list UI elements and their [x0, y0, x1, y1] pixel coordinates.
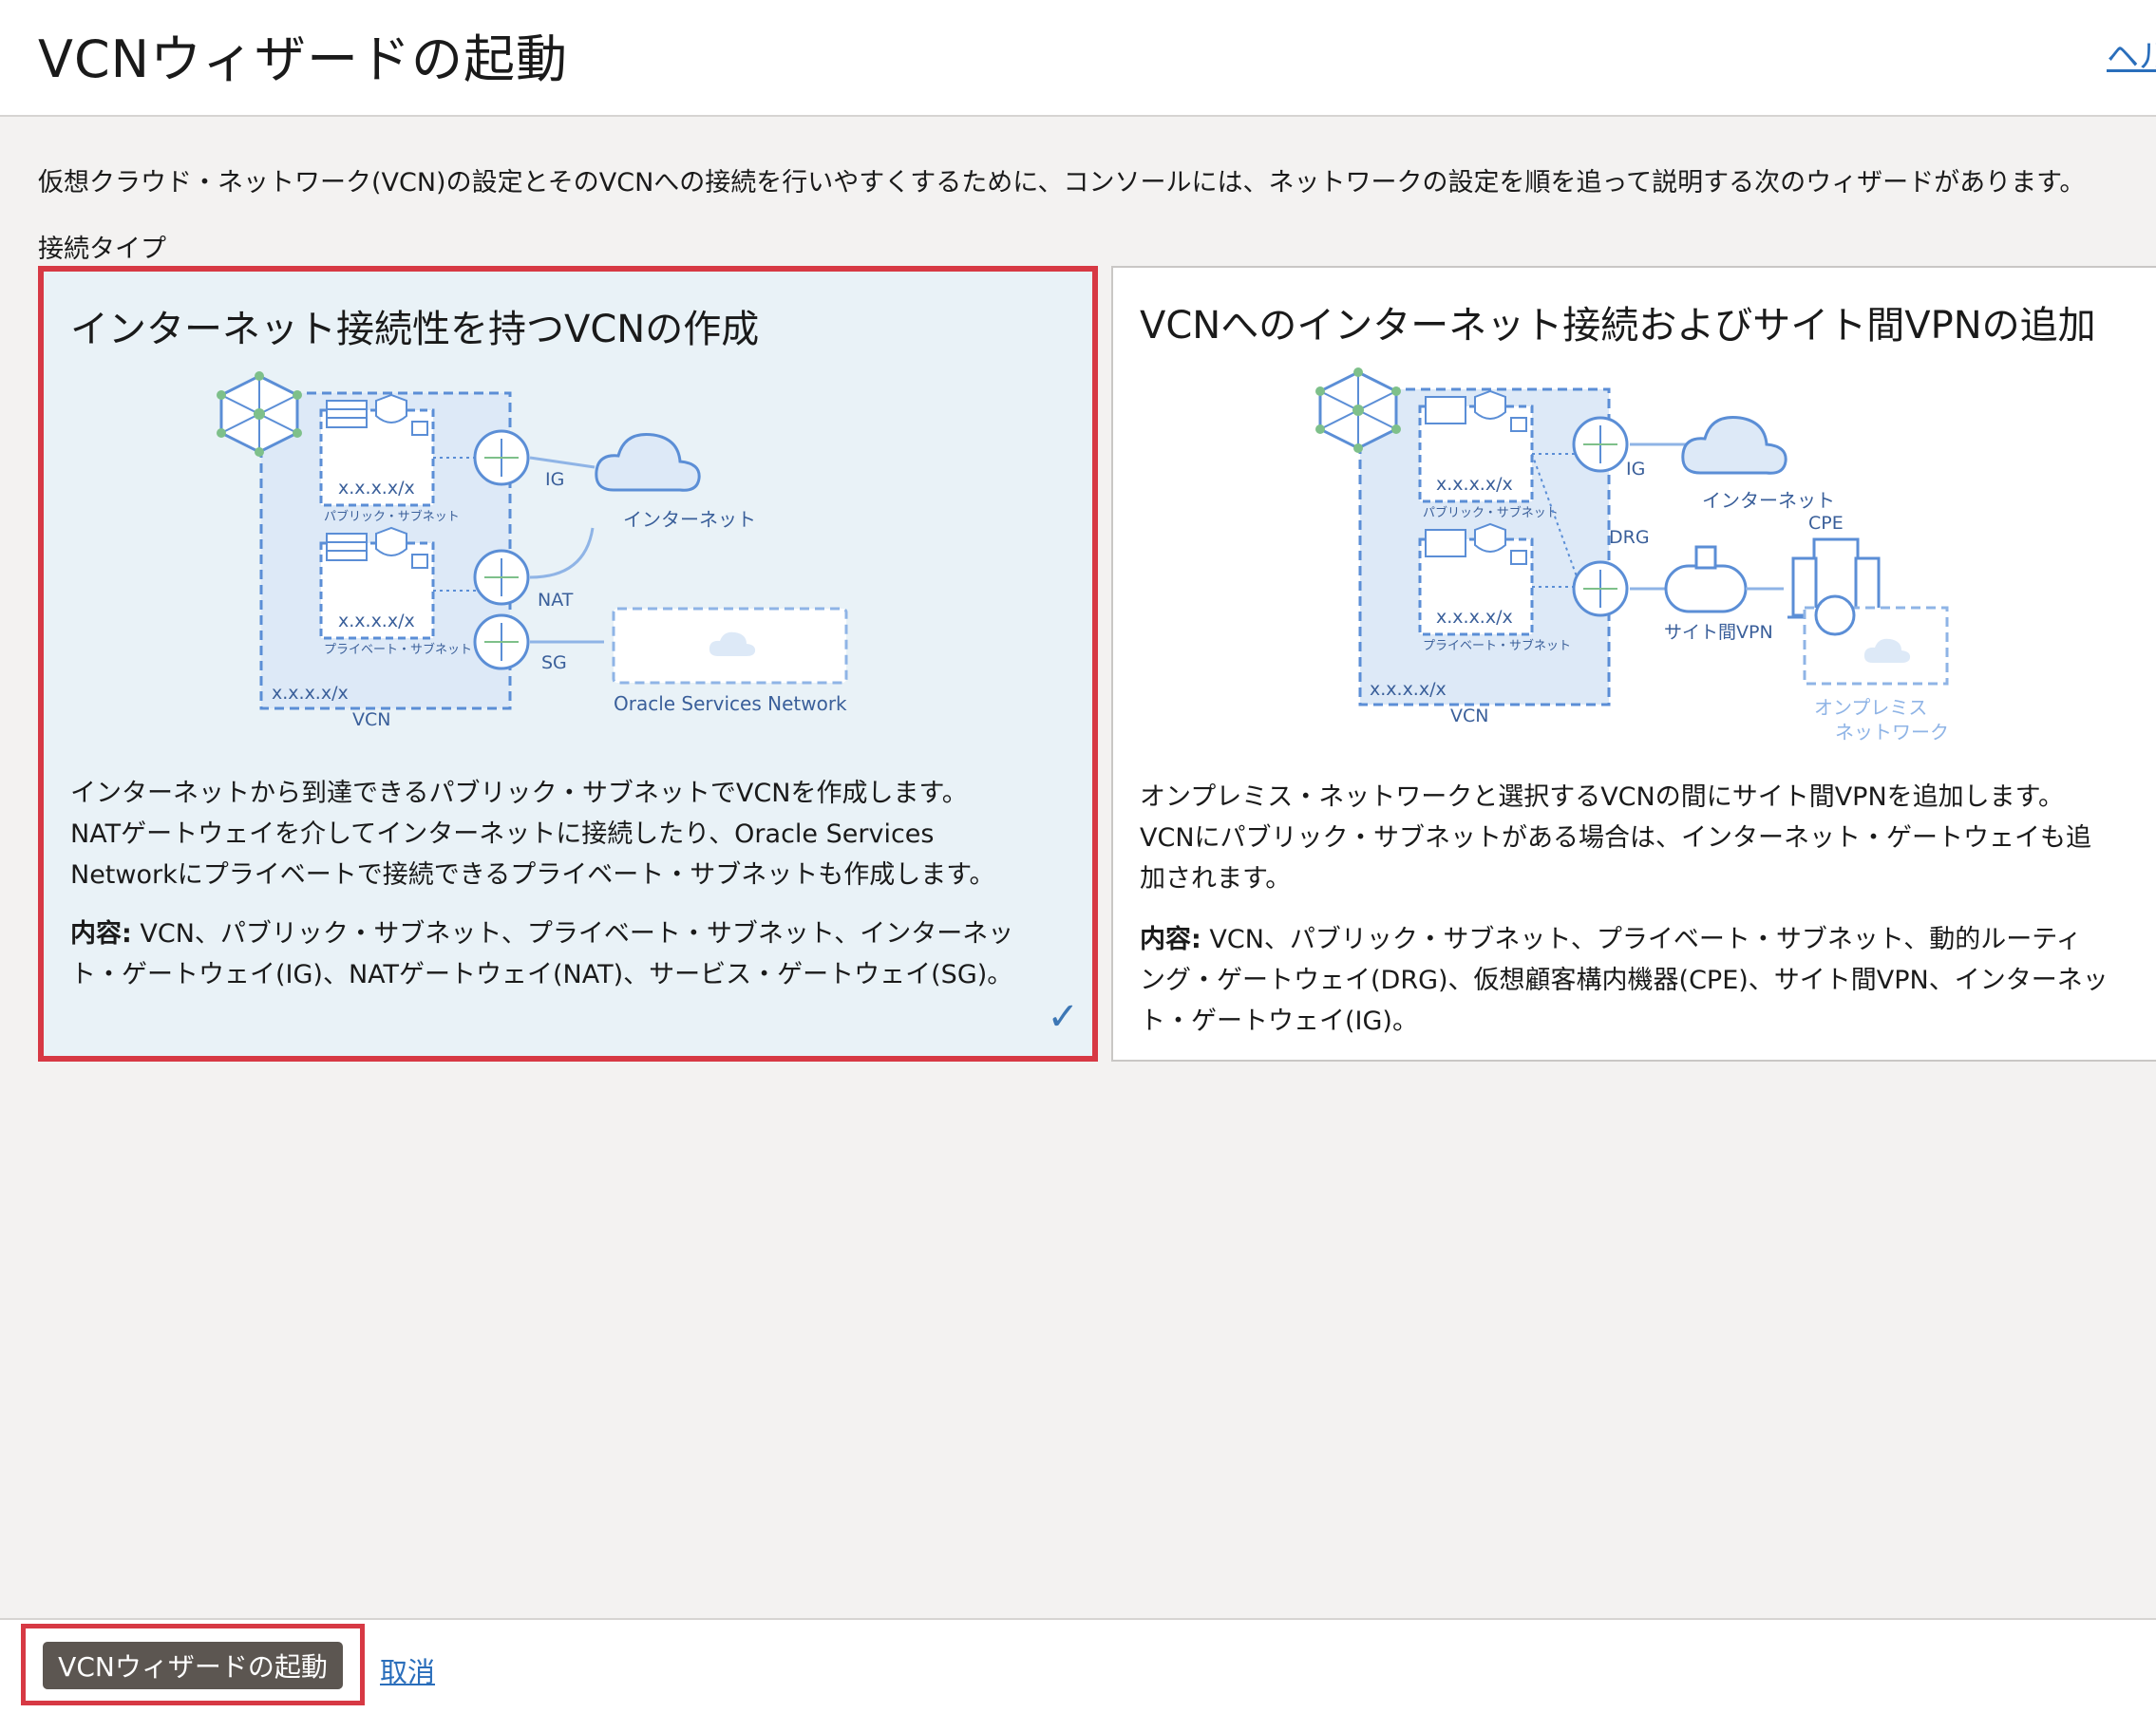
svg-text:VCN: VCN [352, 709, 390, 727]
card-contents: 内容: VCN、パブリック・サブネット、プライベート・サブネット、インターネッ … [70, 919, 1014, 989]
drg-gateway-icon [1572, 560, 1629, 617]
connection-type-label: 接続タイプ [38, 235, 166, 264]
vcn-internet-diagram: x.x.x.x/x パブリック・サブネット x.x.x.x/x プライベート・サ… [217, 371, 848, 727]
page-header: VCNウィザードの起動 ヘル [0, 0, 2156, 117]
svg-text:SG: SG [541, 652, 567, 673]
svg-text:x.x.x.x/x: x.x.x.x/x [338, 478, 415, 499]
nat-gateway-icon [473, 549, 530, 606]
svg-text:サイト間VPN: サイト間VPN [1664, 622, 1773, 643]
card-vcn-site-to-site-vpn[interactable]: VCNへのインターネット接続およびサイト間VPNの追加 x.x.x.x/x パブ… [1111, 266, 2156, 1062]
svg-text:x.x.x.x/x: x.x.x.x/x [338, 611, 415, 631]
sg-gateway-icon [473, 613, 530, 670]
svg-text:プライベート・サブネット: プライベート・サブネット [324, 642, 472, 657]
vpn-diagram: x.x.x.x/x パブリック・サブネット x.x.x.x/x プライベート・サ… [1315, 367, 1949, 744]
cancel-link[interactable]: 取消 [380, 1650, 435, 1690]
svg-text:DRG: DRG [1609, 527, 1650, 548]
launch-vcn-wizard-button[interactable]: VCNウィザードの起動 [43, 1642, 343, 1689]
svg-text:オンプレミス: オンプレミス [1814, 696, 1927, 719]
svg-text:VCN: VCN [1450, 706, 1488, 726]
card-vcn-internet[interactable]: インターネット接続性を持つVCNの作成 x.x.x.x/x パブリック・サブネッ… [38, 266, 1098, 1062]
vpn-tunnel-icon [1664, 545, 1748, 613]
svg-text:ネットワーク: ネットワーク [1835, 721, 1949, 744]
svg-text:パブリック・サブネット: パブリック・サブネット [324, 509, 460, 524]
svg-text:プライベート・サブネット: プライベート・サブネット [1423, 638, 1571, 653]
svg-text:x.x.x.x/x: x.x.x.x/x [1436, 474, 1513, 495]
card-title: インターネット接続性を持つVCNの作成 [70, 308, 760, 351]
page-title: VCNウィザードの起動 [38, 29, 569, 89]
svg-text:x.x.x.x/x: x.x.x.x/x [1370, 679, 1447, 700]
svg-text:IG: IG [1626, 459, 1645, 480]
svg-text:CPE: CPE [1808, 513, 1844, 534]
selected-check-icon: ✓ [1047, 995, 1079, 1039]
card-description: オンプレミス・ネットワークと選択するVCNの間にサイト間VPNを追加します。 V… [1140, 782, 2091, 894]
card-contents: 内容: VCN、パブリック・サブネット、プライベート・サブネット、動的ルーティ … [1140, 925, 2109, 1036]
internet-cloud-icon [595, 432, 701, 492]
internet-cloud-icon [1681, 415, 1787, 475]
ig-gateway-icon [473, 429, 530, 486]
svg-text:NAT: NAT [538, 590, 574, 611]
help-link[interactable]: ヘル [2107, 30, 2156, 77]
svg-text:Oracle Services Network: Oracle Services Network [614, 692, 847, 715]
svg-text:IG: IG [545, 469, 564, 490]
svg-text:x.x.x.x/x: x.x.x.x/x [1436, 607, 1513, 628]
svg-text:インターネット: インターネット [1702, 489, 1835, 512]
svg-text:インターネット: インターネット [623, 508, 756, 531]
ig-gateway-icon [1572, 416, 1629, 473]
intro-text: 仮想クラウド・ネットワーク(VCN)の設定とそのVCNへの接続を行いやすくするた… [38, 168, 2086, 198]
svg-text:パブリック・サブネット: パブリック・サブネット [1423, 505, 1559, 520]
card-description: インターネットから到達できるパブリック・サブネットでVCNを作成します。 NAT… [70, 779, 995, 890]
primary-button-highlight: VCNウィザードの起動 [21, 1624, 365, 1705]
card-title: VCNへのインターネット接続およびサイト間VPNの追加 [1140, 304, 2096, 348]
svg-text:x.x.x.x/x: x.x.x.x/x [272, 683, 349, 704]
